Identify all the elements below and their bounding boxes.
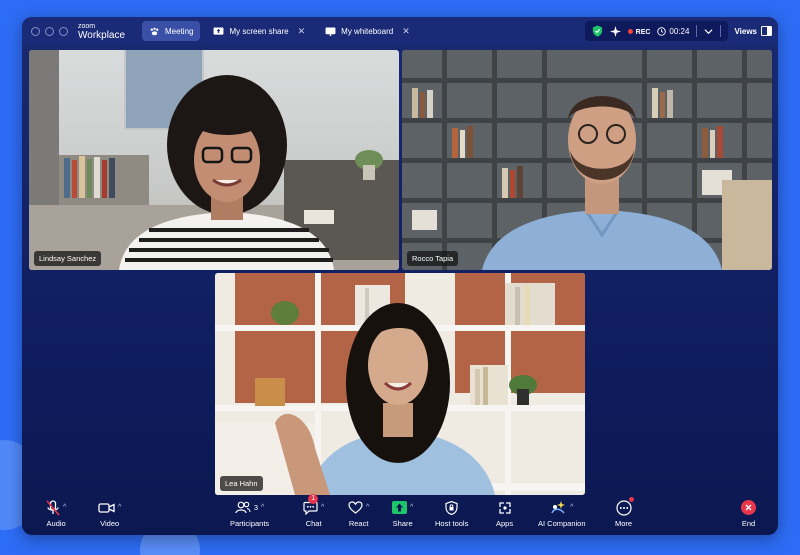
host-tools-label: Host tools	[435, 519, 469, 528]
share-button[interactable]: ^ Share	[392, 499, 413, 528]
react-label: React	[348, 519, 369, 528]
whiteboard-icon	[325, 26, 336, 36]
tab-label: My screen share	[229, 26, 289, 36]
share-screen-icon	[392, 501, 407, 514]
participants-button[interactable]: 3 ^ Participants	[230, 499, 269, 528]
paw-icon	[150, 27, 159, 35]
record-dot-icon	[627, 28, 633, 34]
video-tile-rocco-tapia[interactable]: Rocco Tapia	[402, 50, 772, 270]
apps-icon	[498, 501, 511, 514]
end-label: End	[741, 519, 756, 528]
close-tab-icon[interactable]: ✕	[402, 26, 410, 37]
tab-bar: Meeting My screen share ✕ My whiteboard …	[142, 21, 423, 41]
heart-icon	[348, 501, 363, 514]
more-icon	[615, 499, 632, 516]
audio-label: Audio	[46, 519, 66, 528]
audio-button[interactable]: ^ Audio	[46, 499, 66, 528]
meeting-toolbar: ^ Audio ^ Video 3 ^ Participants 1 ^ Cha…	[22, 494, 778, 535]
video-tile-lea-hahn[interactable]: Lea Hahn	[215, 273, 585, 495]
participant-name-tag: Lindsay Sanchez	[34, 251, 102, 266]
timer-text: 00:24	[669, 26, 690, 36]
close-window-button[interactable]	[31, 26, 40, 36]
views-label: Views	[734, 26, 757, 36]
chat-button[interactable]: 1 ^ Chat	[303, 494, 324, 528]
participant-video	[29, 50, 399, 270]
chevron-up-icon[interactable]: ^	[118, 504, 121, 511]
close-tab-icon[interactable]: ✕	[298, 26, 306, 37]
app-logo: zoom Workplace	[78, 22, 138, 41]
tab-label: Meeting	[165, 26, 194, 36]
chevron-up-icon[interactable]: ^	[410, 504, 413, 511]
video-button[interactable]: ^ Video	[98, 499, 121, 528]
shield-icon	[445, 500, 458, 515]
meeting-status: REC 00:24	[584, 21, 729, 41]
participants-count: 3	[253, 503, 259, 512]
divider	[720, 25, 722, 37]
ai-companion-icon	[551, 501, 566, 514]
chat-label: Chat	[305, 519, 322, 528]
video-camera-icon	[98, 502, 115, 513]
notification-dot	[628, 497, 634, 502]
participant-name-tag: Lea Hahn	[220, 476, 263, 491]
rec-label: REC	[635, 28, 651, 36]
ai-companion-label: AI Companion	[538, 519, 586, 528]
participant-video	[402, 50, 772, 270]
tab-my-screen-share[interactable]: My screen share ✕	[206, 21, 312, 41]
video-label: Video	[100, 519, 120, 528]
shield-icon[interactable]	[592, 25, 603, 37]
more-label: More	[615, 519, 633, 528]
end-call-icon	[741, 500, 756, 515]
chevron-down-icon[interactable]	[704, 28, 713, 35]
participant-video	[215, 273, 585, 495]
chevron-up-icon[interactable]: ^	[63, 504, 66, 511]
views-button[interactable]: Views	[734, 26, 772, 36]
react-button[interactable]: ^ React	[348, 499, 369, 528]
chevron-up-icon[interactable]: ^	[261, 504, 264, 511]
title-bar: zoom Workplace Meeting My screen share ✕…	[22, 17, 778, 45]
tab-meeting[interactable]: Meeting	[142, 21, 201, 41]
chevron-up-icon[interactable]: ^	[321, 504, 324, 511]
apps-label: Apps	[496, 519, 514, 528]
more-button[interactable]: More	[615, 497, 634, 528]
clock-icon	[657, 26, 667, 36]
tab-my-whiteboard[interactable]: My whiteboard ✕	[318, 21, 417, 41]
share-label: Share	[392, 519, 413, 528]
participant-name-tag: Rocco Tapia	[407, 251, 459, 266]
divider	[696, 25, 698, 37]
host-tools-button[interactable]: Host tools	[435, 499, 468, 528]
tab-label: My whiteboard	[341, 26, 394, 36]
ai-companion-button[interactable]: ^ AI Companion	[538, 499, 586, 528]
participants-icon	[235, 501, 251, 514]
sparkle-icon[interactable]	[609, 25, 621, 37]
recording-indicator[interactable]: REC	[627, 27, 651, 36]
views-layout-icon	[761, 26, 772, 36]
chevron-up-icon[interactable]: ^	[366, 504, 369, 511]
minimize-window-button[interactable]	[45, 26, 54, 36]
video-tile-lindsay-sanchez[interactable]: Lindsay Sanchez	[29, 50, 399, 270]
logo-bottom: Workplace	[78, 30, 126, 41]
microphone-muted-icon	[46, 499, 60, 516]
meeting-timer: 00:24	[657, 27, 689, 36]
window-controls	[31, 26, 68, 36]
status-area: REC 00:24 Views	[584, 21, 772, 41]
participants-label: Participants	[230, 519, 270, 528]
end-button[interactable]: End	[741, 499, 756, 528]
meeting-window: zoom Workplace Meeting My screen share ✕…	[22, 17, 778, 535]
screen-share-icon	[214, 26, 224, 35]
chevron-up-icon[interactable]: ^	[570, 504, 573, 511]
apps-button[interactable]: Apps	[496, 499, 513, 528]
maximize-window-button[interactable]	[59, 26, 68, 36]
